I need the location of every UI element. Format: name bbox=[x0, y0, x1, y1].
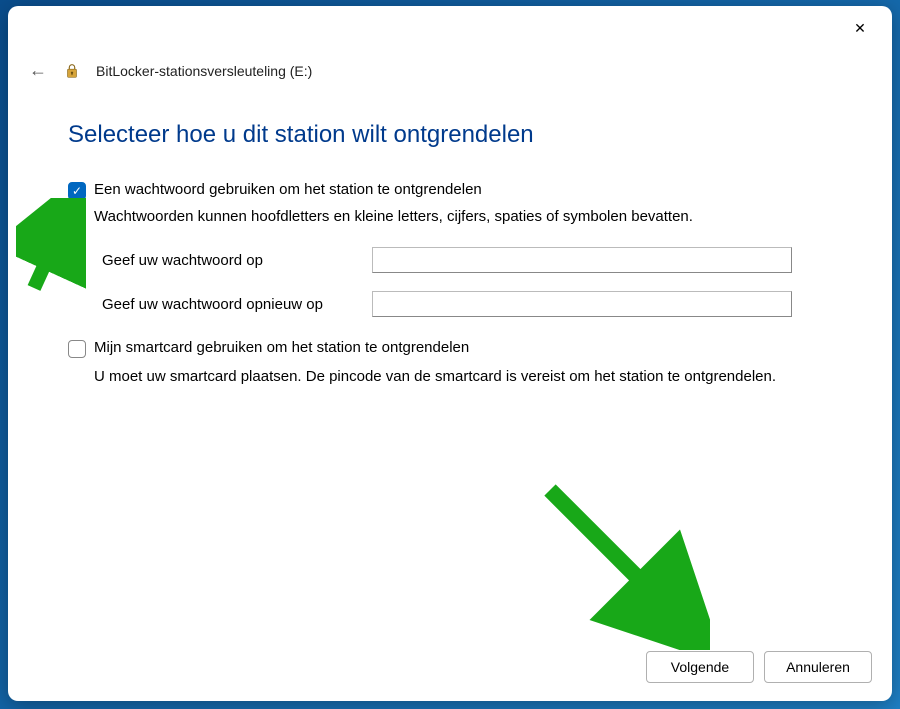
option-password-helper: Wachtwoorden kunnen hoofdletters en klei… bbox=[94, 208, 832, 225]
checkbox-smartcard[interactable] bbox=[68, 340, 86, 358]
close-button[interactable]: ✕ bbox=[838, 12, 882, 44]
password-confirm-label: Geef uw wachtwoord opnieuw op bbox=[102, 296, 362, 313]
content-area: Selecteer hoe u dit station wilt ontgren… bbox=[8, 93, 892, 637]
option-smartcard: Mijn smartcard gebruiken om het station … bbox=[68, 339, 832, 389]
check-icon: ✓ bbox=[72, 184, 82, 198]
breadcrumb-row: ← BitLocker-stationsversleuteling (E:) bbox=[8, 54, 892, 93]
next-button[interactable]: Volgende bbox=[646, 651, 754, 683]
password-confirm-input[interactable] bbox=[372, 291, 792, 317]
back-button[interactable]: ← bbox=[28, 60, 48, 81]
password-field-label: Geef uw wachtwoord op bbox=[102, 252, 362, 269]
option-smartcard-label: Mijn smartcard gebruiken om het station … bbox=[94, 339, 469, 356]
close-icon: ✕ bbox=[854, 20, 866, 37]
page-title: Selecteer hoe u dit station wilt ontgren… bbox=[68, 121, 832, 149]
checkbox-password[interactable]: ✓ bbox=[68, 182, 86, 200]
titlebar: ✕ bbox=[8, 6, 892, 54]
option-smartcard-helper: U moet uw smartcard plaatsen. De pincode… bbox=[94, 366, 832, 389]
option-password: ✓ Een wachtwoord gebruiken om het statio… bbox=[68, 181, 832, 317]
dialog-window: ✕ ← BitLocker-stationsversleuteling (E:)… bbox=[8, 6, 892, 701]
password-input[interactable] bbox=[372, 247, 792, 273]
cancel-button[interactable]: Annuleren bbox=[764, 651, 872, 683]
footer: Volgende Annuleren bbox=[8, 637, 892, 701]
option-password-label: Een wachtwoord gebruiken om het station … bbox=[94, 181, 482, 198]
breadcrumb: BitLocker-stationsversleuteling (E:) bbox=[96, 63, 312, 79]
bitlocker-icon bbox=[62, 61, 82, 81]
